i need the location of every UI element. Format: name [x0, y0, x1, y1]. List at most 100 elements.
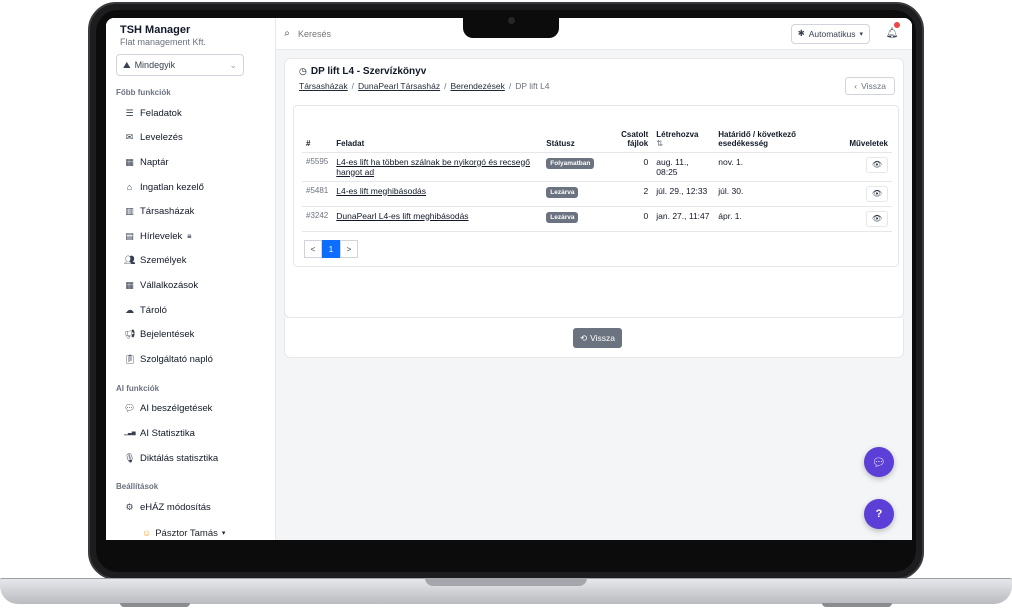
- company-icon: ▦: [125, 279, 134, 290]
- sidebar-item[interactable]: ✉ Levelezés: [116, 126, 265, 151]
- user-name: Pásztor Tamás: [155, 527, 218, 539]
- status-cell: Lezárva: [542, 181, 613, 207]
- view-eye-icon[interactable]: 👁︎: [866, 156, 888, 173]
- sidebar-item-label: Személyek: [140, 255, 187, 267]
- sidebar-item-label: Bejelentések: [140, 329, 195, 341]
- back-button[interactable]: ‹ Vissza: [845, 77, 895, 95]
- sidebar-item[interactable]: ⌂ Ingatlan kezelő: [116, 175, 265, 200]
- column-header: Határidő / következő esedékesség: [714, 110, 835, 153]
- sidebar-item[interactable]: 👥︎ Személyek: [116, 249, 265, 274]
- sidebar-item-label: AI beszélgetések: [140, 403, 213, 415]
- chat-fab-button[interactable]: 💬︎: [864, 447, 894, 477]
- caret-down-icon: ▾: [859, 30, 863, 38]
- sidebar-item[interactable]: ☰ Feladatok: [116, 101, 265, 126]
- help-fab-button[interactable]: ?: [864, 499, 894, 529]
- breadcrumb-current: DP lift L4: [515, 81, 550, 91]
- sort-icon[interactable]: ⇅: [656, 139, 663, 148]
- cloud-icon: ☁: [125, 304, 134, 315]
- back-arrow-icon: ⟲: [580, 332, 588, 343]
- sidebar-item[interactable]: ☁ Tároló: [116, 298, 265, 323]
- task-link[interactable]: L4-es lift ha többen szálnak be nyikorgó…: [336, 157, 530, 177]
- sidebar-item-label: Társasházak: [140, 206, 195, 218]
- pagination: < 1 >: [304, 240, 358, 258]
- calendar-icon: ▦: [125, 156, 134, 167]
- people-icon: 👥︎: [124, 255, 136, 266]
- filter-value: Mindegyik: [134, 60, 176, 70]
- sidebar-section-label: Beállítások: [116, 482, 159, 492]
- column-header: Létrehozva ⇅: [652, 110, 715, 153]
- actions-cell: 👁︎: [834, 206, 892, 232]
- status-badge: Folyamatban: [546, 157, 595, 169]
- sidebar-section-label: AI funkciók: [116, 383, 160, 393]
- search-input[interactable]: [298, 28, 448, 39]
- bell-icon[interactable]: 🔔︎: [880, 22, 904, 39]
- files-count: 0: [612, 152, 653, 182]
- table-header-row: # Feladat Státusz Csatolt fájlok Létreho…: [302, 110, 892, 153]
- user-menu[interactable]: ☺ Pásztor Tamás ▾: [116, 528, 265, 539]
- task-link[interactable]: L4-es lift meghibásodás: [336, 186, 426, 196]
- app-title: TSH Manager: [120, 24, 191, 36]
- task-cell: L4-es lift meghibásodás: [332, 181, 543, 207]
- deadline-date: nov. 1.: [714, 152, 835, 182]
- pagination-page[interactable]: 1: [322, 240, 340, 258]
- sidebar-item-label: Szolgáltató napló: [140, 353, 213, 365]
- status-badge: Lezárva: [546, 186, 579, 198]
- actions-cell: 👁︎: [834, 152, 892, 182]
- search-icon[interactable]: ⌕: [276, 28, 298, 39]
- caret-down-icon: ▾: [221, 530, 226, 538]
- laptop-foot: [822, 603, 892, 607]
- chat-icon: 💬︎: [124, 403, 136, 414]
- sidebar-nav: Főbb funkciók ☰ Feladatok ✉ Levelezés ▦ Naptár…: [116, 88, 265, 520]
- task-cell: L4-es lift ha többen szálnak be nyikorgó…: [332, 152, 543, 182]
- clock-icon: ◷: [299, 66, 307, 76]
- clipboard-icon: 📋︎: [124, 353, 136, 364]
- mail-icon: ✉: [125, 132, 134, 143]
- theme-mode-button[interactable]: ✱ Automatikus ▾: [790, 23, 870, 44]
- page-title-text: DP lift L4 - Szervízkönyv: [310, 66, 427, 77]
- status-cell: Lezárva: [542, 206, 613, 232]
- table-row: #3242 DunaPearl L4-es lift meghibásodás Le…: [302, 206, 892, 232]
- files-count: 2: [612, 181, 653, 207]
- sidebar-item[interactable]: ⚙ eHÁZ módosítás: [116, 495, 265, 520]
- back-button-label: Vissza: [861, 81, 886, 91]
- card-footer: ⟲ Vissza: [284, 318, 904, 358]
- actions-cell: 👁︎: [834, 181, 892, 207]
- files-count: 0: [612, 206, 653, 232]
- sidebar-item[interactable]: ▁▃▅ AI Statisztika: [116, 421, 265, 446]
- chevron-left-icon: ‹: [854, 81, 858, 91]
- view-eye-icon[interactable]: 👁︎: [866, 210, 888, 227]
- bar-chart-icon: ▁▃▅: [124, 430, 136, 437]
- service-book-card: ◷ DP lift L4 - Szervízkönyv Társasházak /…: [284, 58, 904, 318]
- task-cell: DunaPearl L4-es lift meghibásodás: [332, 206, 543, 232]
- back-button-bottom[interactable]: ⟲ Vissza: [573, 328, 623, 348]
- sidebar-item[interactable]: 🎙︎ Diktálás statisztika: [116, 446, 265, 471]
- laptop-foot: [120, 603, 190, 607]
- sidebar-item[interactable]: 💬︎ AI beszélgetések: [116, 397, 265, 422]
- task-id: #3242: [302, 206, 333, 232]
- created-date: aug. 11., 08:25: [652, 152, 715, 182]
- breadcrumb-link[interactable]: Társasházak: [299, 81, 348, 91]
- task-link[interactable]: DunaPearl L4-es lift meghibásodás: [336, 211, 468, 221]
- pagination-prev[interactable]: <: [304, 240, 322, 258]
- sidebar-item[interactable]: ▥ Társasházak: [116, 199, 265, 224]
- pagination-next[interactable]: >: [340, 240, 358, 258]
- sidebar-item[interactable]: ▦ Vállalkozások: [116, 273, 265, 298]
- building-icon: ▥: [125, 206, 134, 217]
- status-badge: Lezárva: [546, 211, 579, 223]
- sidebar-item-label: Vállalkozások: [140, 279, 199, 291]
- breadcrumb-link[interactable]: DunaPearl Társasház: [358, 81, 440, 91]
- app-subtitle: Flat management Kft.: [120, 37, 207, 47]
- sidebar-item[interactable]: ▤ Hírlevelek 🔒︎: [116, 224, 265, 249]
- task-id: #5481: [302, 181, 333, 207]
- sidebar-item[interactable]: ▦ Naptár: [116, 150, 265, 175]
- sidebar-item[interactable]: 📢︎ Bejelentések: [116, 322, 265, 347]
- column-header: Műveletek: [834, 110, 892, 153]
- sidebar-item[interactable]: 📋︎ Szolgáltató napló: [116, 347, 265, 372]
- breadcrumb-link[interactable]: Berendezések: [450, 81, 504, 91]
- theme-mode-label: Automatikus: [808, 28, 856, 39]
- camera-icon: [508, 17, 515, 24]
- screen: TSH Manager Flat management Kft. ⛰ Minde…: [106, 18, 912, 540]
- view-eye-icon[interactable]: 👁︎: [866, 185, 888, 202]
- property-filter-select[interactable]: ⛰ Mindegyik ⌄: [116, 54, 244, 76]
- created-date: júl. 29., 12:33: [652, 181, 715, 207]
